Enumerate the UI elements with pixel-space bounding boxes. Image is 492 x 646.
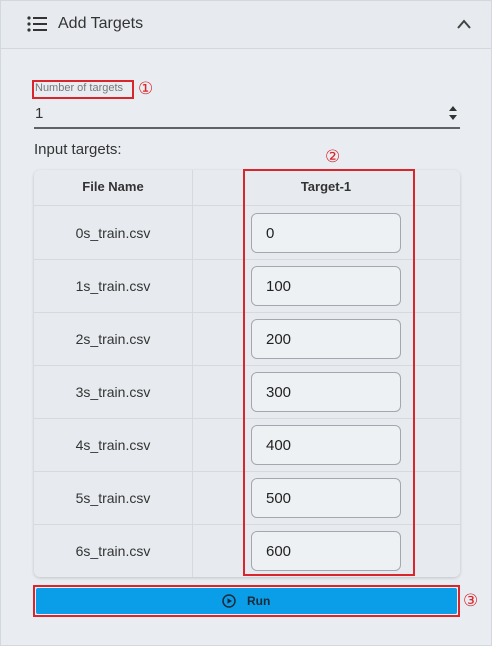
marker-3: ③ — [463, 591, 479, 611]
file-name-cell: 1s_train.csv — [75, 278, 151, 294]
spinner-icon[interactable] — [449, 105, 457, 121]
file-name-cell: 4s_train.csv — [75, 437, 151, 453]
panel-header[interactable]: Add Targets — [1, 1, 491, 49]
file-name-cell: 6s_train.csv — [75, 543, 151, 559]
panel-title: Add Targets — [58, 15, 144, 32]
input-targets-title: Input targets: — [34, 141, 122, 158]
file-name-cell: 3s_train.csv — [75, 384, 151, 400]
play-circle-icon — [222, 594, 236, 608]
number-of-targets-input[interactable]: 1 — [34, 101, 460, 129]
list-icon — [27, 16, 47, 32]
chevron-up-icon[interactable] — [456, 18, 472, 30]
file-name-cell: 0s_train.csv — [75, 225, 151, 241]
run-button-label: Run — [247, 594, 271, 608]
target-column-highlight — [243, 169, 415, 576]
run-button[interactable]: Run — [36, 588, 457, 614]
number-of-targets-label: Number of targets — [35, 82, 124, 94]
marker-1: ① — [138, 79, 154, 99]
add-targets-panel: Add Targets Number of targets ① 1 Input … — [0, 0, 492, 646]
file-name-cell: 5s_train.csv — [75, 490, 151, 506]
number-of-targets-value: 1 — [35, 105, 44, 122]
marker-2: ② — [325, 147, 341, 167]
file-name-cell: 2s_train.csv — [75, 331, 151, 347]
column-header-file-name: File Name — [82, 179, 144, 194]
